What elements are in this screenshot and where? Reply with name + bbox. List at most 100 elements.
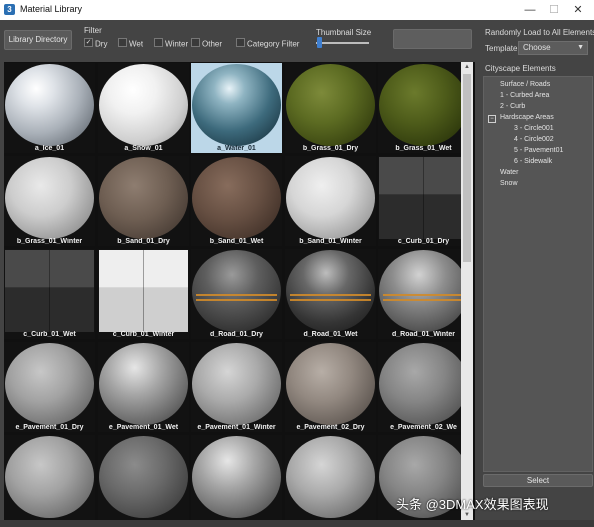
material-preview	[99, 250, 188, 332]
tree-item[interactable]: Snow	[500, 180, 518, 187]
material-tile[interactable]: d_Road_01_Dry	[191, 249, 282, 339]
scroll-up-arrow-icon[interactable]: ▲	[461, 62, 473, 72]
search-input[interactable]	[393, 29, 472, 49]
material-tile[interactable]: a_Ice_01	[4, 63, 95, 153]
material-tile[interactable]: a_Water_01	[191, 63, 282, 153]
material-tile[interactable]: c_Curb_01_Wet	[4, 249, 95, 339]
material-tile[interactable]: c_Curb_01_Dry	[378, 156, 469, 246]
material-tile[interactable]	[285, 435, 376, 520]
tree-item[interactable]: 1 - Curbed Area	[500, 92, 549, 99]
window-title: Material Library	[20, 4, 83, 14]
material-sphere	[192, 157, 281, 239]
material-sphere	[192, 64, 281, 146]
grid-scrollbar[interactable]: ▲ ▼	[461, 62, 473, 520]
select-button[interactable]: Select	[483, 474, 593, 487]
material-label: b_Grass_01_Wet	[395, 145, 452, 152]
material-label: a_Ice_01	[34, 145, 65, 152]
bottom-strip	[0, 520, 594, 527]
material-sphere	[286, 250, 375, 332]
tree-item[interactable]: 3 - Circle001	[514, 125, 554, 132]
filter-dry-checkbox[interactable]: ✓ Dry	[84, 38, 107, 49]
material-tile[interactable]: e_Pavement_01_Wet	[98, 342, 189, 432]
filter-wet-checkbox[interactable]: Wet	[118, 38, 143, 49]
tree-item[interactable]: Water	[500, 169, 518, 176]
material-label: e_Pavement_01_Dry	[15, 424, 84, 431]
material-tile[interactable]: d_Road_01_Winter	[378, 249, 469, 339]
checkbox-icon	[118, 38, 127, 48]
material-label: b_Grass_01_Winter	[16, 238, 83, 245]
chevron-down-icon: ▼	[577, 44, 584, 51]
road-stripe	[383, 294, 464, 301]
material-sphere	[99, 343, 188, 425]
tree-item[interactable]: 2 - Curb	[500, 103, 525, 110]
material-tile[interactable]: a_Snow_01	[98, 63, 189, 153]
material-label: d_Road_01_Wet	[303, 331, 358, 338]
material-sphere	[379, 343, 468, 425]
template-dropdown[interactable]: Choose ▼	[518, 41, 588, 55]
checkbox-icon	[154, 38, 163, 48]
random-load-label: Randomly Load to All Elements	[485, 28, 594, 37]
material-label: e_Pavement_01_Winter	[197, 424, 276, 431]
material-sphere	[5, 64, 94, 146]
tree-item[interactable]: 5 - Pavement01	[514, 147, 563, 154]
filter-winter-checkbox[interactable]: Winter	[154, 38, 188, 49]
template-label: Template	[485, 44, 518, 53]
material-sphere	[192, 436, 281, 518]
category-filter-checkbox[interactable]: Category Filter	[236, 38, 299, 49]
maximize-button[interactable]: ☐	[544, 2, 564, 18]
material-sphere	[286, 343, 375, 425]
curb-divider	[49, 250, 50, 332]
material-tile[interactable]: b_Sand_01_Dry	[98, 156, 189, 246]
material-label: b_Sand_01_Winter	[299, 238, 362, 245]
filter-other-checkbox[interactable]: Other	[191, 38, 222, 49]
minimize-button[interactable]: —	[520, 2, 540, 18]
material-tile[interactable]: b_Grass_01_Wet	[378, 63, 469, 153]
scroll-thumb[interactable]	[463, 74, 471, 262]
material-tile[interactable]: e_Pavement_02_Dry	[285, 342, 376, 432]
material-label: c_Curb_01_Winter	[112, 331, 175, 338]
material-tile[interactable]: b_Sand_01_Winter	[285, 156, 376, 246]
material-tile[interactable]: e_Pavement_01_Dry	[4, 342, 95, 432]
material-sphere	[99, 436, 188, 518]
tree-item[interactable]: Surface / Roads	[500, 81, 550, 88]
material-sphere	[5, 157, 94, 239]
material-tile[interactable]: c_Curb_01_Winter	[98, 249, 189, 339]
material-sphere	[286, 157, 375, 239]
material-preview	[5, 250, 94, 332]
material-sphere	[192, 250, 281, 332]
material-tile[interactable]: b_Grass_01_Dry	[285, 63, 376, 153]
material-tile[interactable]: b_Grass_01_Winter	[4, 156, 95, 246]
thumbnail-size-slider[interactable]	[316, 42, 369, 44]
material-sphere	[379, 250, 468, 332]
road-stripe	[290, 294, 371, 301]
thumbnail-size-label: Thumbnail Size	[316, 28, 372, 37]
checkbox-icon: ✓	[84, 38, 93, 48]
thumbnail-size-slider-handle[interactable]	[317, 37, 322, 48]
material-tile[interactable]	[191, 435, 282, 520]
material-sphere	[99, 157, 188, 239]
tree-item[interactable]: 6 - Sidewalk	[514, 158, 552, 165]
material-label: e_Pavement_02_Dry	[296, 424, 365, 431]
material-label: b_Sand_01_Dry	[117, 238, 170, 245]
curb-divider	[423, 157, 424, 239]
material-label: b_Sand_01_Wet	[209, 238, 264, 245]
tree-item[interactable]: Hardscape Areas	[500, 114, 554, 121]
material-label: a_Water_01	[217, 145, 256, 152]
library-directory-button[interactable]: Library Directory	[4, 30, 72, 50]
material-label: b_Grass_01_Dry	[302, 145, 359, 152]
collapse-toggle-icon[interactable]: −	[488, 115, 496, 123]
material-tile[interactable]: b_Sand_01_Wet	[191, 156, 282, 246]
material-tile[interactable]: d_Road_01_Wet	[285, 249, 376, 339]
material-tile[interactable]	[98, 435, 189, 520]
close-button[interactable]: ✕	[568, 2, 588, 18]
tree-item[interactable]: 4 - Circle002	[514, 136, 554, 143]
cityscape-elements-label: Cityscape Elements	[485, 64, 556, 73]
side-panel: Randomly Load to All Elements Template C…	[479, 20, 594, 520]
material-grid: a_Ice_01 a_Snow_01 a_Water_01 b_Grass_01_Dr…	[4, 62, 475, 520]
material-tile[interactable]: e_Pavement_02_We	[378, 342, 469, 432]
material-preview	[379, 157, 468, 239]
app-icon: 3	[4, 4, 15, 15]
material-sphere	[5, 343, 94, 425]
material-tile[interactable]: e_Pavement_01_Winter	[191, 342, 282, 432]
material-tile[interactable]	[4, 435, 95, 520]
